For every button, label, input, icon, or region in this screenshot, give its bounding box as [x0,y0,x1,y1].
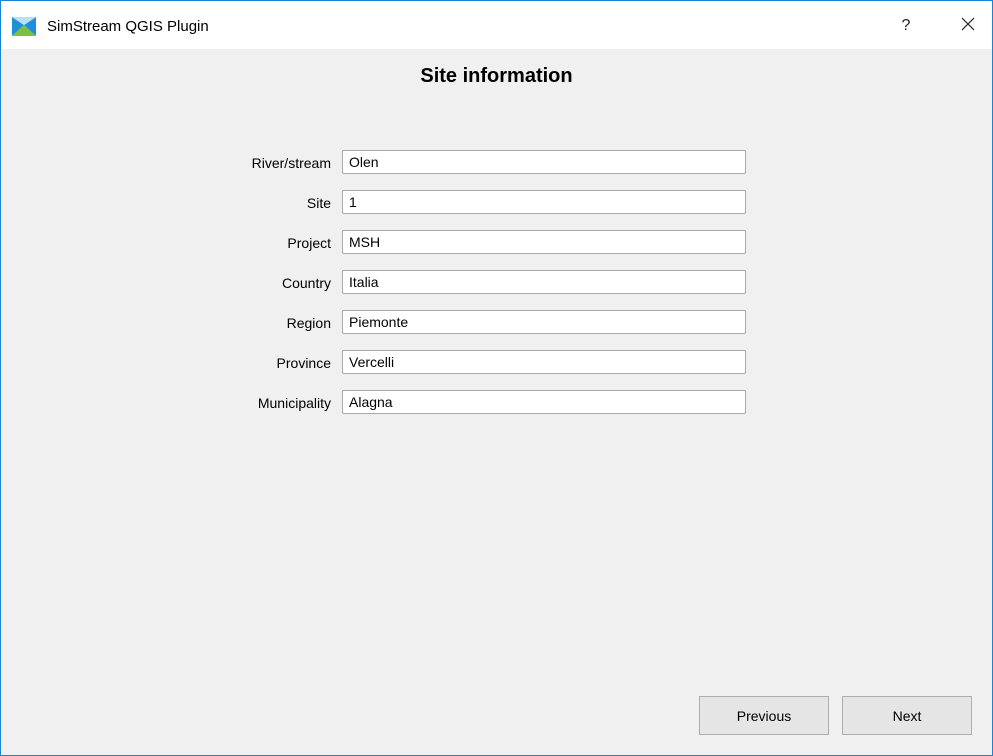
site-label: Site [306,195,331,211]
river-stream-label: River/stream [251,155,331,171]
site-input[interactable] [342,190,746,214]
country-input[interactable] [342,270,746,294]
municipality-label: Municipality [257,395,331,411]
country-label: Country [281,275,331,291]
form-row-project: Project [1,230,992,256]
form-row-region: Region [1,310,992,336]
form-row-river-stream: River/stream [1,150,992,176]
project-input[interactable] [342,230,746,254]
close-button[interactable] [946,9,990,43]
help-button[interactable]: ? [886,9,926,43]
next-button[interactable]: Next [842,696,972,735]
close-icon [961,17,975,36]
title-bar: SimStream QGIS Plugin ? [1,1,992,49]
form-row-province: Province [1,350,992,376]
province-label: Province [276,355,331,371]
dialog-window: SimStream QGIS Plugin ? Site information… [0,0,993,756]
municipality-input[interactable] [342,390,746,414]
form-row-site: Site [1,190,992,216]
previous-button[interactable]: Previous [699,696,829,735]
form-row-municipality: Municipality [1,390,992,416]
region-label: Region [286,315,331,331]
river-stream-input[interactable] [342,150,746,174]
project-label: Project [287,235,331,251]
form-row-country: Country [1,270,992,296]
region-input[interactable] [342,310,746,334]
page-title: Site information [420,65,573,87]
window-title: SimStream QGIS Plugin [47,18,209,35]
app-logo-icon [12,17,36,36]
province-input[interactable] [342,350,746,374]
